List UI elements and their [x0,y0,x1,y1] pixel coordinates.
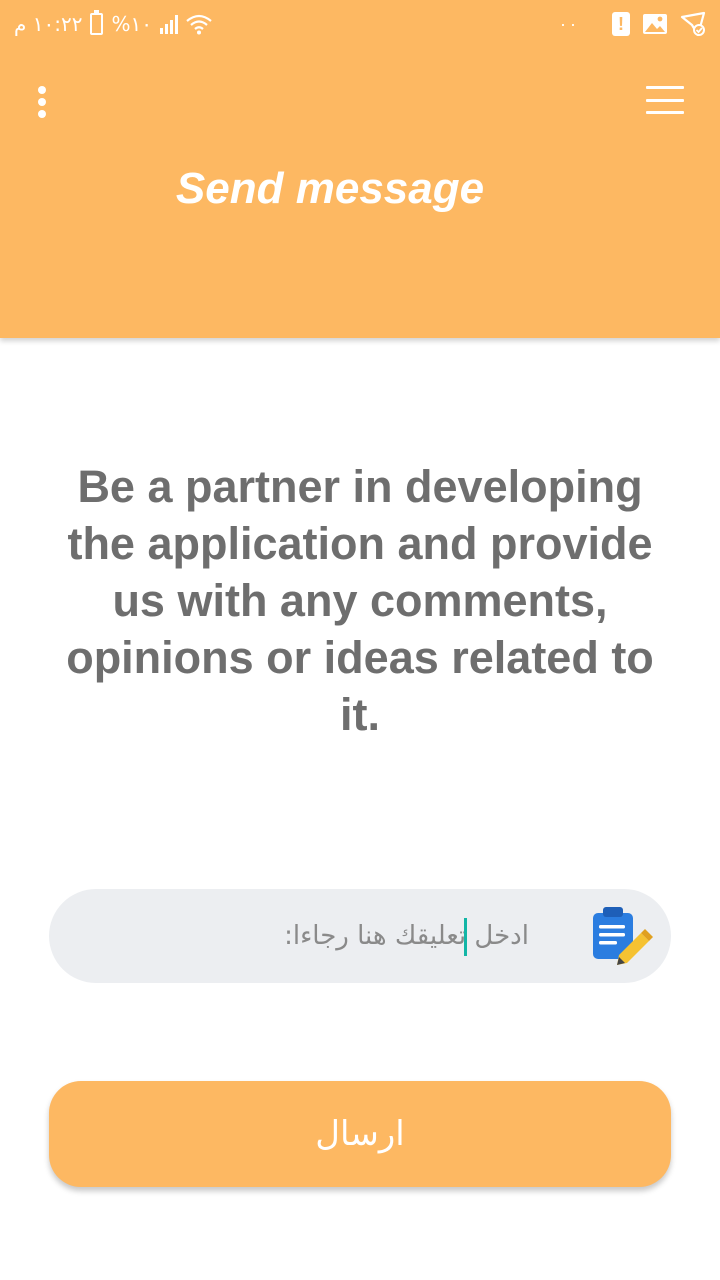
status-dots: ·· [560,13,580,34]
more-options-icon[interactable] [30,82,54,122]
status-bar: ١٠:٢٢ م %١٠ ·· ! [0,0,720,50]
send-button[interactable]: ارسال [49,1081,671,1187]
status-right-group: ·· ! [560,8,706,40]
image-notification-icon [643,14,667,34]
intro-text: Be a partner in developing the applicati… [66,461,654,740]
app-header: ١٠:٢٢ م %١٠ ·· ! Send message [0,0,720,338]
hamburger-menu-icon[interactable] [646,86,684,114]
clipboard-edit-icon [593,907,653,965]
status-time: ١٠:٢٢ م [14,12,83,36]
battery-icon [90,10,104,35]
page-title: Send message [175,164,485,213]
wifi-icon [186,14,212,35]
comment-field-container[interactable] [49,889,671,983]
app-screen: ١٠:٢٢ م %١٠ ·· ! Send message Be a partn… [0,0,720,1280]
text-cursor [464,918,467,956]
battery-percent: %١٠ [111,12,152,36]
location-off-icon [680,11,706,37]
battery-alert-icon: ! [612,12,630,36]
signal-icon [159,14,178,34]
status-left-group: ١٠:٢٢ م %١٠ [14,8,212,40]
